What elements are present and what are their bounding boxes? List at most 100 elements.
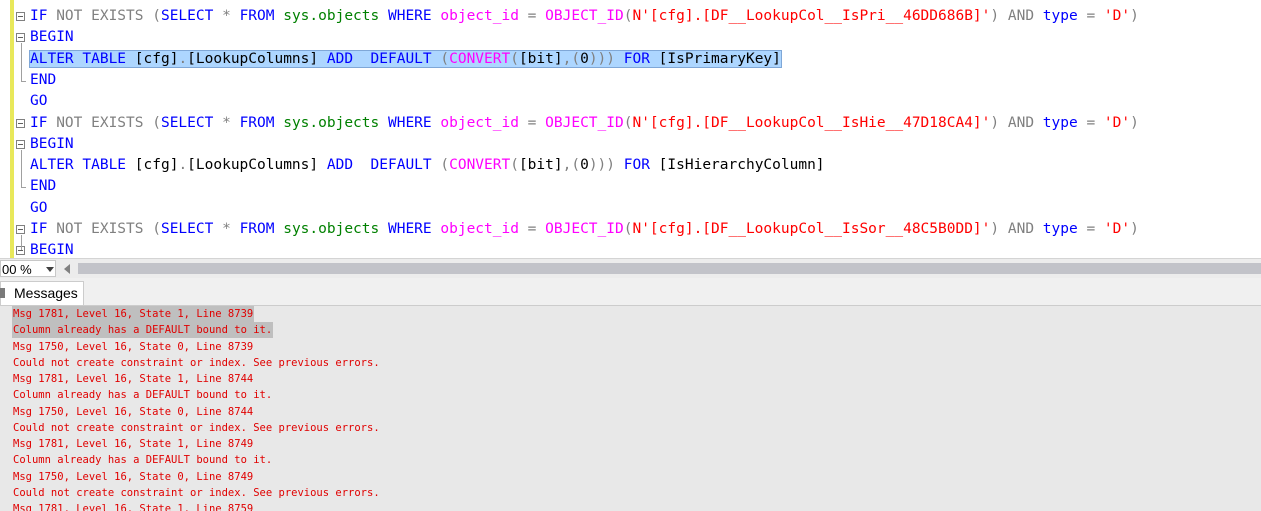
outline-bar [21,235,22,250]
code-token: END [30,178,57,195]
code-token: AND [1007,221,1035,237]
outline-end-tick [21,187,26,189]
message-line[interactable]: Column already has a DEFAULT bound to it… [12,452,273,468]
collapse-icon[interactable] [16,12,25,21]
code-token: [bit] [518,50,563,67]
tab-messages[interactable]: Messages [0,281,84,305]
code-token: 0 [580,157,589,174]
code-token: GO [30,93,48,110]
messages-icon [0,288,5,298]
code-token: = [518,221,546,237]
results-tab-strip: Messages [0,278,1261,306]
code-token: ) [990,221,1008,237]
scroll-left-icon[interactable] [64,264,70,274]
code-line[interactable]: BEGIN [30,240,74,258]
message-line[interactable]: Column already has a DEFAULT bound to it… [12,322,274,339]
code-token: IF [30,8,48,24]
code-token: [bit] [518,157,563,174]
horizontal-scrollbar-thumb[interactable] [78,263,1261,274]
code-token: ,( [562,157,581,174]
code-line[interactable]: END [30,176,56,197]
code-token: TABLE [82,157,127,174]
code-token: = [518,8,546,24]
code-line[interactable]: IF NOT EXISTS (SELECT * FROM sys.objects… [30,113,1139,134]
code-token: END [30,71,57,88]
code-line[interactable]: IF NOT EXISTS (SELECT * FROM sys.objects… [30,6,1139,27]
message-line[interactable]: Column already has a DEFAULT bound to it… [12,387,273,403]
code-line[interactable]: ALTER TABLE [cfg].[LookupColumns] ADD DE… [30,155,825,176]
code-token: object_id [440,114,519,131]
code-line[interactable]: IF NOT EXISTS (SELECT * FROM sys.objects… [30,219,1139,240]
code-token: ( [152,8,161,24]
code-token: BEGIN [30,135,74,152]
code-token: [cfg] [126,157,179,174]
code-line[interactable]: ALTER TABLE [cfg].[LookupColumns] ADD DE… [29,49,782,70]
code-token: TABLE [82,50,127,67]
code-token: OBJECT_ID [545,221,624,237]
code-token: IF [30,114,48,131]
code-token: sys.objects [283,8,380,24]
message-line[interactable]: Msg 1750, Level 16, State 0, Line 8739 [12,339,254,355]
code-token: sys.objects [283,221,380,237]
collapse-icon[interactable] [16,118,25,128]
code-token: 'D' [1103,221,1131,237]
code-token: ))) [588,50,624,67]
code-line[interactable]: BEGIN [30,134,74,155]
selected-text[interactable]: ALTER TABLE [cfg].[LookupColumns] ADD DE… [29,49,782,68]
code-token: * [213,114,240,131]
message-line[interactable]: Msg 1781, Level 16, State 1, Line 8759 [12,501,254,511]
code-token: FOR [623,50,650,67]
collapse-icon[interactable] [16,139,25,149]
code-token: SELECT [160,114,214,131]
code-token: OBJECT_ID [545,8,624,24]
collapse-icon[interactable] [16,33,25,43]
code-token: ) [1130,114,1139,131]
code-token: N'[cfg].[DF__LookupCol__IsPri__46DD686B]… [632,8,991,24]
code-token: FOR [623,157,650,174]
code-token: OBJECT_ID [545,114,624,131]
code-token: 'D' [1103,114,1131,131]
code-token: FROM [239,8,275,24]
code-token: . [178,50,188,67]
code-token: NOT EXISTS [47,8,153,24]
code-token: BEGIN [30,242,74,258]
code-token: = [1077,114,1104,131]
code-line[interactable]: BEGIN [30,27,74,48]
code-line[interactable]: GO [30,198,47,219]
message-line[interactable]: Msg 1781, Level 16, State 1, Line 8744 [12,371,254,387]
code-token: N'[cfg].[DF__LookupCol__IsHie__47D18CA4]… [632,114,991,131]
code-token: ADD [326,50,354,67]
code-token: [LookupColumns] [187,50,327,67]
message-line[interactable]: Msg 1781, Level 16, State 1, Line 8739 [12,306,255,322]
code-token: sys.objects [283,114,380,131]
code-token: = [1077,221,1104,237]
code-token: AND [1007,114,1035,131]
message-line[interactable]: Could not create constraint or index. Se… [12,420,381,436]
change-margin [10,0,14,258]
collapse-icon[interactable] [16,225,25,234]
code-token: FROM [239,114,275,131]
code-token: * [213,8,240,24]
code-token: ALTER [30,50,74,67]
code-token: [LookupColumns] [187,157,327,174]
code-token: [IsHierarchyColumn] [649,157,825,174]
message-line[interactable]: Could not create constraint or index. Se… [12,485,381,501]
message-line[interactable]: Msg 1781, Level 16, State 1, Line 8749 [12,436,254,452]
code-token: ,( [562,50,581,67]
message-line[interactable]: Msg 1750, Level 16, State 0, Line 8749 [12,469,254,485]
zoom-dropdown[interactable]: 00 % [0,260,56,277]
message-line[interactable]: Could not create constraint or index. Se… [12,355,381,371]
message-line[interactable]: Msg 1750, Level 16, State 0, Line 8744 [12,404,254,420]
code-line[interactable]: GO [30,91,47,112]
code-token: DEFAULT [370,157,432,174]
messages-pane[interactable]: Msg 1781, Level 16, State 1, Line 8739 Co… [0,306,1261,511]
code-token: ) [990,8,1008,24]
code-token: object_id [440,221,519,237]
sql-editor[interactable]: IF NOT EXISTS ( SELECT * FROM sys.objects… [0,0,1261,258]
code-line[interactable]: END [30,70,56,91]
